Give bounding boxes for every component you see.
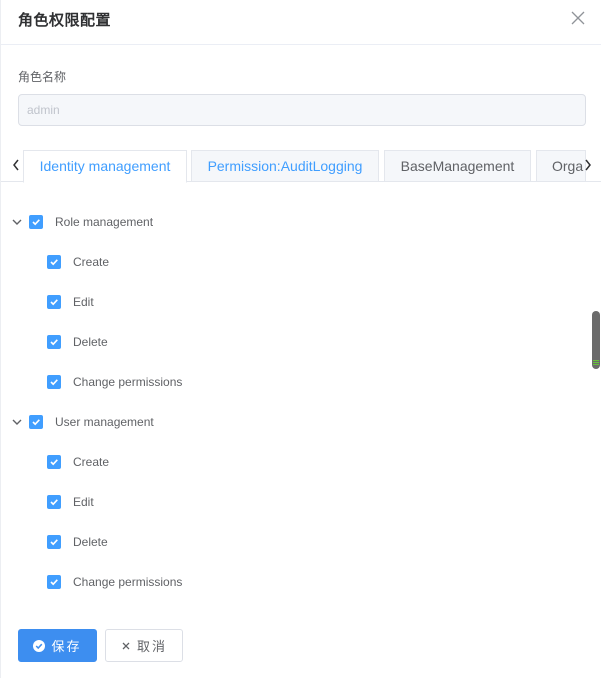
check-icon bbox=[32, 219, 40, 226]
role-name-input[interactable] bbox=[18, 94, 586, 126]
check-icon bbox=[50, 259, 58, 266]
tree-node-label: Role management bbox=[55, 215, 154, 229]
tree-node-role-edit: Edit bbox=[1, 282, 581, 322]
checkbox-role-create[interactable] bbox=[47, 255, 61, 269]
tree-node-user-edit: Edit bbox=[1, 482, 581, 522]
tab-organization[interactable]: Orga bbox=[536, 150, 586, 182]
check-icon bbox=[50, 299, 58, 306]
tree-node-role-management: Role management bbox=[1, 202, 581, 242]
cancel-button[interactable]: 取消 bbox=[105, 629, 183, 662]
chevron-down-icon[interactable] bbox=[10, 415, 24, 429]
tree-node-user-delete: Delete bbox=[1, 522, 581, 562]
tree-node-label: Change permissions bbox=[73, 375, 183, 389]
chevron-down-icon[interactable] bbox=[10, 215, 24, 229]
permission-tabs: Identity management Permission:AuditLogg… bbox=[1, 148, 601, 183]
close-icon[interactable] bbox=[569, 9, 587, 27]
checkbox-role-edit[interactable] bbox=[47, 295, 61, 309]
check-icon bbox=[32, 419, 40, 426]
check-icon bbox=[50, 339, 58, 346]
dialog-title: 角色权限配置 bbox=[18, 11, 112, 29]
save-button[interactable]: 保存 bbox=[18, 629, 97, 662]
checkbox-role-change-permissions[interactable] bbox=[47, 375, 61, 389]
close-icon bbox=[122, 642, 130, 649]
chevron-right-icon[interactable] bbox=[581, 156, 595, 174]
tree-node-label: Edit bbox=[73, 295, 94, 309]
tree-node-label: User management bbox=[55, 415, 154, 429]
checkbox-role-management[interactable] bbox=[29, 215, 43, 229]
tab-permission-auditlogging[interactable]: Permission:AuditLogging bbox=[191, 150, 379, 182]
check-icon bbox=[50, 499, 58, 506]
checkbox-user-management[interactable] bbox=[29, 415, 43, 429]
tree-node-role-delete: Delete bbox=[1, 322, 581, 362]
chevron-left-icon[interactable] bbox=[9, 156, 23, 174]
checkbox-user-delete[interactable] bbox=[47, 535, 61, 549]
role-permission-dialog: 角色权限配置 角色名称 Identity management Permissi… bbox=[0, 0, 601, 678]
tree-node-label: Delete bbox=[73, 335, 108, 349]
tree-node-label: Create bbox=[73, 255, 110, 269]
checkbox-user-edit[interactable] bbox=[47, 495, 61, 509]
tab-basemanagement[interactable]: BaseManagement bbox=[384, 150, 531, 182]
tree-node-label: Delete bbox=[73, 535, 108, 549]
tree-node-label: Change permissions bbox=[73, 575, 183, 589]
tree-node-user-management: User management bbox=[1, 402, 581, 442]
save-button-label: 保存 bbox=[51, 640, 82, 655]
tree-node-label: Edit bbox=[73, 495, 94, 509]
checkbox-user-create[interactable] bbox=[47, 455, 61, 469]
permission-tree: Role management Create Edit Delete Chang bbox=[1, 200, 601, 610]
cancel-button-label: 取消 bbox=[136, 640, 167, 655]
tab-identity-management[interactable]: Identity management bbox=[23, 150, 187, 183]
checkbox-user-change-permissions[interactable] bbox=[47, 575, 61, 589]
tree-node-role-create: Create bbox=[1, 242, 581, 282]
vertical-scrollbar[interactable] bbox=[592, 311, 600, 369]
check-icon bbox=[50, 539, 58, 546]
check-circle-icon bbox=[33, 639, 46, 652]
check-icon bbox=[50, 459, 58, 466]
check-icon bbox=[50, 579, 58, 586]
tree-node-role-change-permissions: Change permissions bbox=[1, 362, 581, 402]
checkbox-role-delete[interactable] bbox=[47, 335, 61, 349]
check-icon bbox=[50, 379, 58, 386]
tree-node-user-create: Create bbox=[1, 442, 581, 482]
dialog-header: 角色权限配置 bbox=[1, 0, 601, 45]
role-name-label: 角色名称 bbox=[18, 70, 67, 84]
dialog-footer: 保存 取消 bbox=[1, 610, 601, 678]
tree-node-label: Create bbox=[73, 455, 110, 469]
tree-node-user-change-permissions: Change permissions bbox=[1, 562, 581, 602]
